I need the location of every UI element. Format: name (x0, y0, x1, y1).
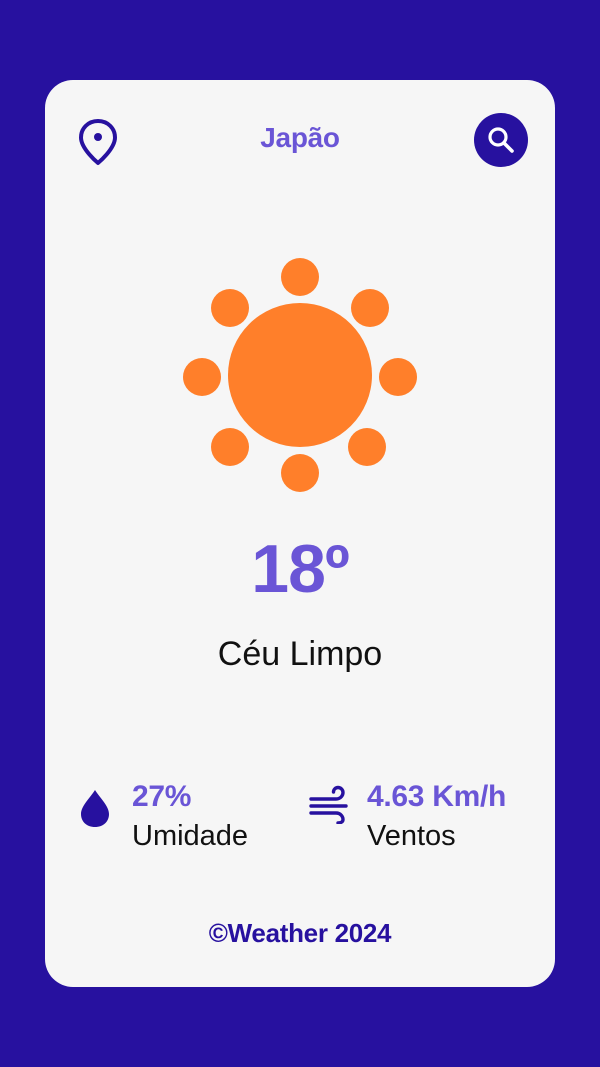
header: Japão (45, 80, 555, 200)
water-drop-icon (77, 784, 113, 835)
weather-card: Japão 18º Céu Limpo 27% Umidade 4.63 Km/… (45, 80, 555, 987)
humidity-stat: 27% Umidade (77, 780, 297, 860)
humidity-value: 27% (132, 780, 192, 813)
weather-description: Céu Limpo (217, 635, 383, 673)
weather-condition-icon (180, 255, 420, 495)
wind-label: Ventos (367, 820, 456, 852)
sun-icon (183, 258, 417, 492)
search-button[interactable] (474, 113, 528, 167)
wind-value: 4.63 Km/h (367, 780, 507, 813)
temperature: 18º (251, 531, 349, 607)
wind-icon (308, 784, 352, 829)
footer-copyright: ©Weather 2024 (208, 918, 392, 948)
humidity-label: Umidade (132, 820, 249, 852)
search-icon (488, 127, 514, 153)
wind-stat: 4.63 Km/h Ventos (308, 780, 548, 860)
